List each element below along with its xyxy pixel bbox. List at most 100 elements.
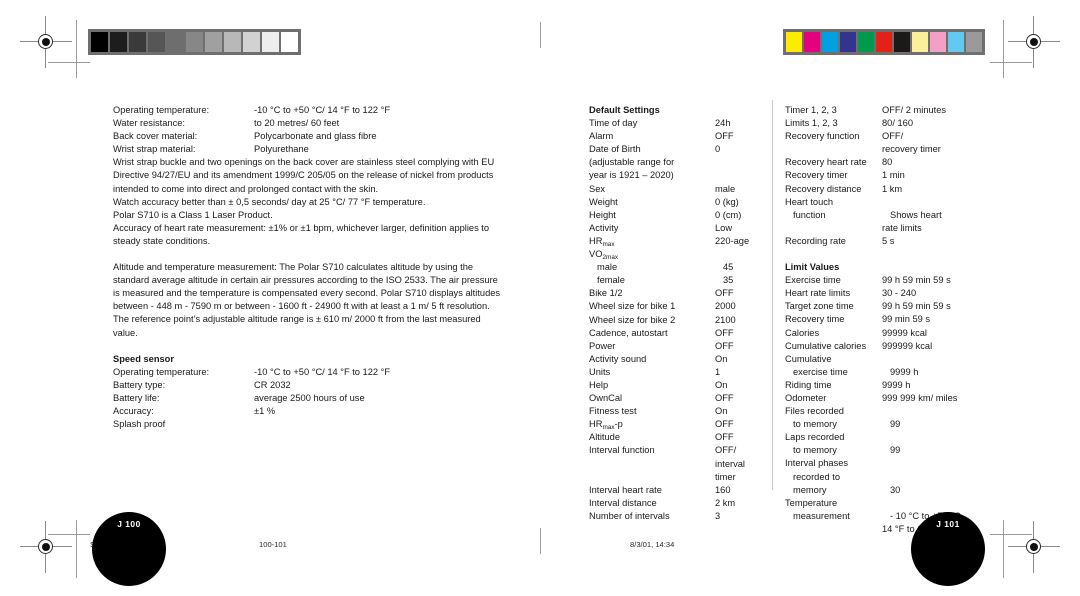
- setting-row: Sex male: [589, 183, 769, 196]
- setting-label: [589, 471, 715, 484]
- setting-value: OFF: [715, 393, 734, 404]
- setting-value: male: [715, 183, 736, 194]
- setting-value: 99: [890, 445, 901, 456]
- setting-value: 99999 kcal: [882, 327, 927, 338]
- registration-mark-top-right: [1006, 14, 1062, 70]
- setting-row: Weight 0 (kg): [589, 196, 769, 209]
- spec-row: Operating temperature: -10 °C to +50 °C/…: [113, 366, 513, 379]
- print-mark-j101: J 101: [911, 512, 985, 586]
- crop-mark-center-top: [540, 22, 541, 48]
- setting-label: Temperature: [785, 497, 838, 508]
- setting-row: Interval function OFF/: [589, 444, 769, 457]
- setting-label: Time of day: [589, 118, 638, 129]
- setting-row: Fitness test On: [589, 405, 769, 418]
- setting-value: 1 min: [882, 170, 905, 181]
- setting-label: Interval distance: [589, 497, 657, 508]
- setting-value: 999999 kcal: [882, 340, 933, 351]
- footer-timestamp: 8/3/01, 14:34: [630, 540, 675, 549]
- spec-value: Polycarbonate and glass fibre: [254, 131, 377, 142]
- spec-value: CR 2032: [254, 379, 291, 390]
- paragraph-watch-accuracy: Watch accuracy better than ± 0,5 seconds…: [113, 196, 426, 207]
- setting-value: [882, 457, 1000, 470]
- setting-label: Help: [589, 379, 609, 390]
- setting-row: Cumulative: [785, 353, 1000, 366]
- setting-row: function Shows heart: [785, 209, 1000, 222]
- grayscale-swatch: [110, 32, 127, 52]
- color-swatch: [876, 32, 892, 52]
- spec-label: Back cover material:: [113, 131, 198, 142]
- setting-label: Limits 1, 2, 3: [785, 118, 838, 129]
- setting-label: to memory: [793, 445, 837, 456]
- setting-label: function: [793, 209, 826, 220]
- setting-value: 2100: [715, 314, 736, 325]
- setting-label: Bike 1/2: [589, 288, 623, 299]
- setting-row: Laps recorded: [785, 431, 1000, 444]
- setting-row: exercise time 9999 h: [785, 366, 1000, 379]
- setting-row: Recovery timer 1 min: [785, 169, 1000, 182]
- setting-value: [882, 405, 1000, 418]
- grayscale-swatch: [129, 32, 146, 52]
- setting-value: 24h: [715, 118, 731, 129]
- setting-value: 80: [882, 157, 893, 168]
- spec-label: Battery life:: [113, 392, 160, 403]
- setting-value: [715, 169, 769, 182]
- setting-label: Heart touch: [785, 196, 834, 207]
- setting-row: to memory 99: [785, 444, 1000, 457]
- registration-mark-bottom-left: [18, 519, 74, 575]
- setting-label: Interval function: [589, 445, 655, 456]
- setting-value: interval: [715, 458, 745, 469]
- setting-label-subscript: max: [602, 240, 615, 248]
- setting-row: interval: [589, 458, 769, 471]
- setting-row: Units 1: [589, 366, 769, 379]
- print-mark-j100: J 100: [92, 512, 166, 586]
- setting-label: Interval phases: [785, 458, 849, 469]
- paragraph-hr-accuracy: Accuracy of heart rate measurement: ±1% …: [113, 222, 490, 246]
- setting-label: Height: [589, 209, 616, 220]
- setting-label-subscript: max: [602, 424, 615, 432]
- setting-value: 5 s: [882, 235, 895, 246]
- setting-label: Interval heart rate: [589, 484, 662, 495]
- spec-value: [254, 418, 513, 431]
- setting-label: Weight: [589, 196, 618, 207]
- setting-row: Activity sound On: [589, 353, 769, 366]
- setting-value: 220-age: [715, 235, 750, 246]
- setting-label: Wheel size for bike 1: [589, 301, 676, 312]
- setting-label: Activity sound: [589, 353, 647, 364]
- setting-label: Activity: [589, 222, 619, 233]
- setting-row: Temperature: [785, 497, 1000, 510]
- grayscale-swatch: [281, 32, 298, 52]
- setting-row: Calories 99999 kcal: [785, 327, 1000, 340]
- spec-label: Operating temperature:: [113, 105, 210, 115]
- grayscale-swatch: [205, 32, 222, 52]
- setting-value: 160: [715, 484, 731, 495]
- spec-value: average 2500 hours of use: [254, 392, 365, 403]
- setting-value: 1: [715, 366, 721, 377]
- setting-value: 2000: [715, 301, 736, 312]
- setting-row: memory 30: [785, 484, 1000, 497]
- spec-row: Back cover material: Polycarbonate and g…: [113, 130, 513, 143]
- setting-value: Shows heart: [890, 209, 942, 220]
- setting-value: Low: [715, 222, 733, 233]
- grayscale-swatch: [167, 32, 184, 52]
- setting-label: memory: [793, 484, 827, 495]
- setting-value: OFF/: [715, 445, 737, 456]
- timer-settings-table: Timer 1, 2, 3 OFF/ 2 minutes Limits 1, 2, …: [785, 104, 1000, 248]
- spec-label: Splash proof: [113, 419, 166, 430]
- setting-value: OFF/ 2 minutes: [882, 105, 947, 115]
- setting-label: year is 1921 – 2020): [589, 170, 674, 181]
- setting-row: Wheel size for bike 2 2100: [589, 314, 769, 327]
- paragraph-altitude-temperature: Altitude and temperature measurement: Th…: [113, 262, 501, 338]
- setting-value: On: [715, 353, 728, 364]
- setting-label: Riding time: [785, 379, 832, 390]
- color-swatch: [786, 32, 802, 52]
- setting-row: HRmax 220-age: [589, 235, 769, 248]
- grayscale-swatch: [186, 32, 203, 52]
- spec-label: Accuracy:: [113, 405, 154, 416]
- setting-value: [882, 497, 1000, 510]
- limits-column: Timer 1, 2, 3 OFF/ 2 minutes Limits 1, 2, …: [785, 104, 1000, 536]
- setting-value: 0: [715, 144, 721, 155]
- setting-row: Power OFF: [589, 340, 769, 353]
- color-calibration-bar: [783, 29, 985, 55]
- default-settings-table: Time of day 24h Alarm OFF Date of Birth 0 (adj…: [589, 117, 769, 523]
- color-swatch: [912, 32, 928, 52]
